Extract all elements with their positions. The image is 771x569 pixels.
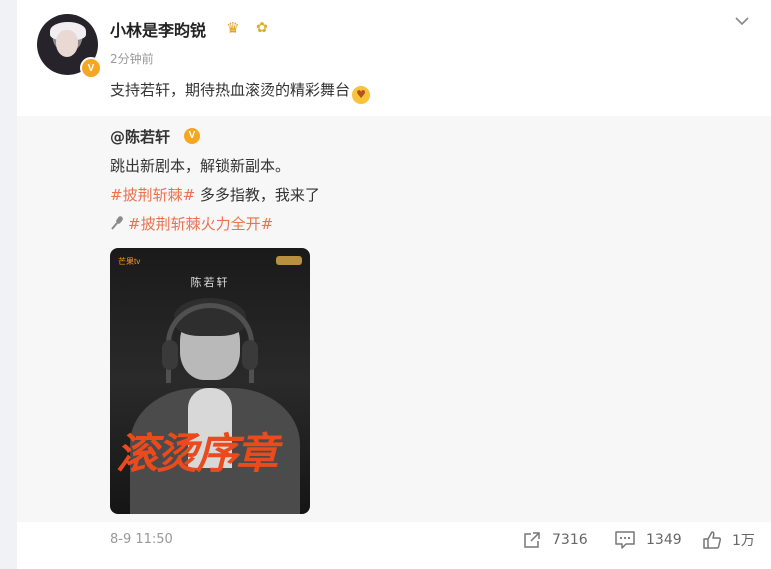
headphones-icon bbox=[166, 303, 254, 383]
verified-badge-icon: V bbox=[80, 57, 102, 79]
username[interactable]: 小林是李昀锐 bbox=[110, 17, 206, 41]
chevron-down-icon[interactable] bbox=[734, 13, 750, 29]
headphone-cup-right bbox=[242, 340, 258, 370]
comment-button[interactable]: 1349 bbox=[614, 530, 682, 550]
poster-badge-icon bbox=[276, 256, 302, 265]
like-count: 1万 bbox=[732, 533, 755, 549]
hashtag-link[interactable]: #披荆斩棘# bbox=[110, 186, 195, 204]
repost-line-1: 跳出新剧本，解锁新副本。 bbox=[110, 157, 291, 175]
crown-icon: ♛ bbox=[226, 19, 240, 37]
repost-date[interactable]: 8-9 11:50 bbox=[110, 532, 173, 547]
poster-name: 陈若轩 bbox=[190, 276, 230, 289]
repost-verified-badge-icon: V bbox=[184, 128, 200, 144]
comment-icon bbox=[615, 531, 635, 549]
share-count: 7316 bbox=[552, 532, 588, 548]
poster-image[interactable]: 芒果tv 陈若轩 滚烫序章 bbox=[110, 248, 310, 514]
poster-title: 滚烫序章 bbox=[116, 429, 278, 478]
avatar-face bbox=[56, 30, 78, 57]
post-time[interactable]: 2分钟前 bbox=[110, 50, 154, 67]
repost-line-3: #披荆斩棘火力全开# bbox=[110, 213, 273, 234]
smiling-face-hearts-icon: ♥ bbox=[352, 86, 371, 104]
flower-icon: ✿ bbox=[256, 20, 268, 36]
repost-line-2-text: 多多指教，我来了 bbox=[195, 186, 320, 204]
comment-count: 1349 bbox=[646, 532, 682, 548]
repost-line-2: #披荆斩棘# 多多指教，我来了 bbox=[110, 184, 320, 205]
hashtag-link-2[interactable]: #披荆斩棘火力全开# bbox=[128, 215, 273, 233]
headphone-cup-left bbox=[162, 340, 178, 370]
microphone-icon bbox=[111, 216, 123, 230]
thumbs-up-icon bbox=[703, 531, 722, 549]
repost-author[interactable]: @陈若轩 bbox=[110, 126, 170, 147]
post-text-content: 支持若轩，期待热血滚烫的精彩舞台 bbox=[110, 81, 351, 99]
post-text: 支持若轩，期待热血滚烫的精彩舞台 ♥ bbox=[110, 79, 371, 104]
share-icon bbox=[524, 532, 540, 548]
like-button[interactable]: 1万 bbox=[702, 530, 755, 550]
share-button[interactable]: 7316 bbox=[522, 530, 588, 550]
poster-logo: 芒果tv bbox=[118, 257, 141, 266]
